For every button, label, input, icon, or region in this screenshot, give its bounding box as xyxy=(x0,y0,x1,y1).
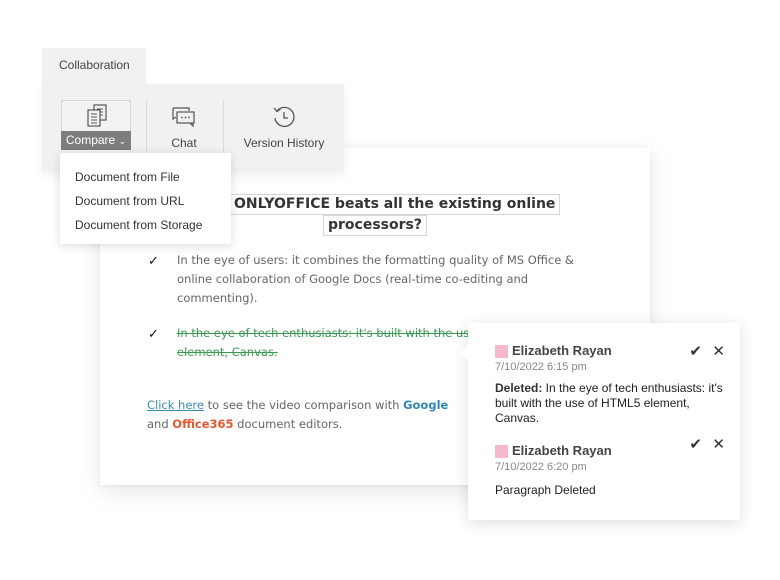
author-color-swatch xyxy=(495,445,508,458)
compare-button[interactable]: Compare ⌄ xyxy=(61,100,131,150)
toolbar-divider xyxy=(146,100,147,152)
checkmark-icon: ✓ xyxy=(148,327,159,342)
bullet-line: In the eye of users: it combines the for… xyxy=(177,253,574,267)
checkmark-icon: ✓ xyxy=(148,254,159,269)
office365-text: Office365 xyxy=(172,417,234,431)
compare-dropdown-menu: Document from File Document from URL Doc… xyxy=(60,153,231,244)
compare-documents-icon xyxy=(87,104,107,127)
reject-change-icon[interactable]: ✕ xyxy=(712,344,725,360)
chat-label: Chat xyxy=(171,136,197,150)
reject-change-icon[interactable]: ✕ xyxy=(712,437,725,453)
change-description: Paragraph Deleted xyxy=(495,483,596,497)
accept-change-icon[interactable]: ✔ xyxy=(689,344,702,360)
menu-item-document-from-storage[interactable]: Document from Storage xyxy=(60,213,231,237)
version-history-label: Version History xyxy=(243,136,325,150)
change-date: 7/10/2022 6:15 pm xyxy=(495,361,587,373)
title-line-2: processors? xyxy=(323,215,427,236)
click-here-link[interactable]: Click here xyxy=(147,398,204,412)
review-changes-panel: Elizabeth Rayan ✔ ✕ 7/10/2022 6:15 pm De… xyxy=(460,323,740,520)
footer-paragraph: Click here to see the video comparison w… xyxy=(147,398,449,431)
author-name: Elizabeth Rayan xyxy=(512,443,612,458)
author-color-swatch xyxy=(495,345,508,358)
title-line-1: Why ONLYOFFICE beats all the existing on… xyxy=(189,194,561,215)
author-name: Elizabeth Rayan xyxy=(512,343,612,358)
accept-change-icon[interactable]: ✔ xyxy=(689,437,702,453)
compare-label: Compare xyxy=(65,133,116,147)
bullet-line: commenting). xyxy=(177,291,258,305)
chat-button[interactable]: Chat xyxy=(154,106,214,154)
chevron-down-icon: ⌄ xyxy=(118,136,127,146)
change-type-label: Deleted: xyxy=(495,381,543,395)
chat-icon xyxy=(172,107,195,128)
change-entry: Elizabeth Rayan ✔ ✕ 7/10/2022 6:20 pm Pa… xyxy=(495,437,725,498)
change-date: 7/10/2022 6:20 pm xyxy=(495,461,587,473)
version-history-button[interactable]: Version History xyxy=(236,104,332,152)
deleted-line: element, Canvas. xyxy=(177,345,278,359)
menu-item-document-from-file[interactable]: Document from File xyxy=(60,165,231,189)
change-description: Deleted: In the eye of tech enthusiasts:… xyxy=(495,381,723,425)
bullet-line: online collaboration of Google Docs (rea… xyxy=(177,272,529,286)
menu-item-document-from-url[interactable]: Document from URL xyxy=(60,189,231,213)
deleted-line: In the eye of tech enthusiasts: it's bui… xyxy=(177,326,477,340)
change-entry: Elizabeth Rayan ✔ ✕ 7/10/2022 6:15 pm De… xyxy=(495,343,725,426)
google-text: Google xyxy=(403,398,449,412)
toolbar-divider xyxy=(223,100,224,152)
history-icon xyxy=(273,106,295,127)
tab-collaboration[interactable]: Collaboration xyxy=(42,48,146,88)
